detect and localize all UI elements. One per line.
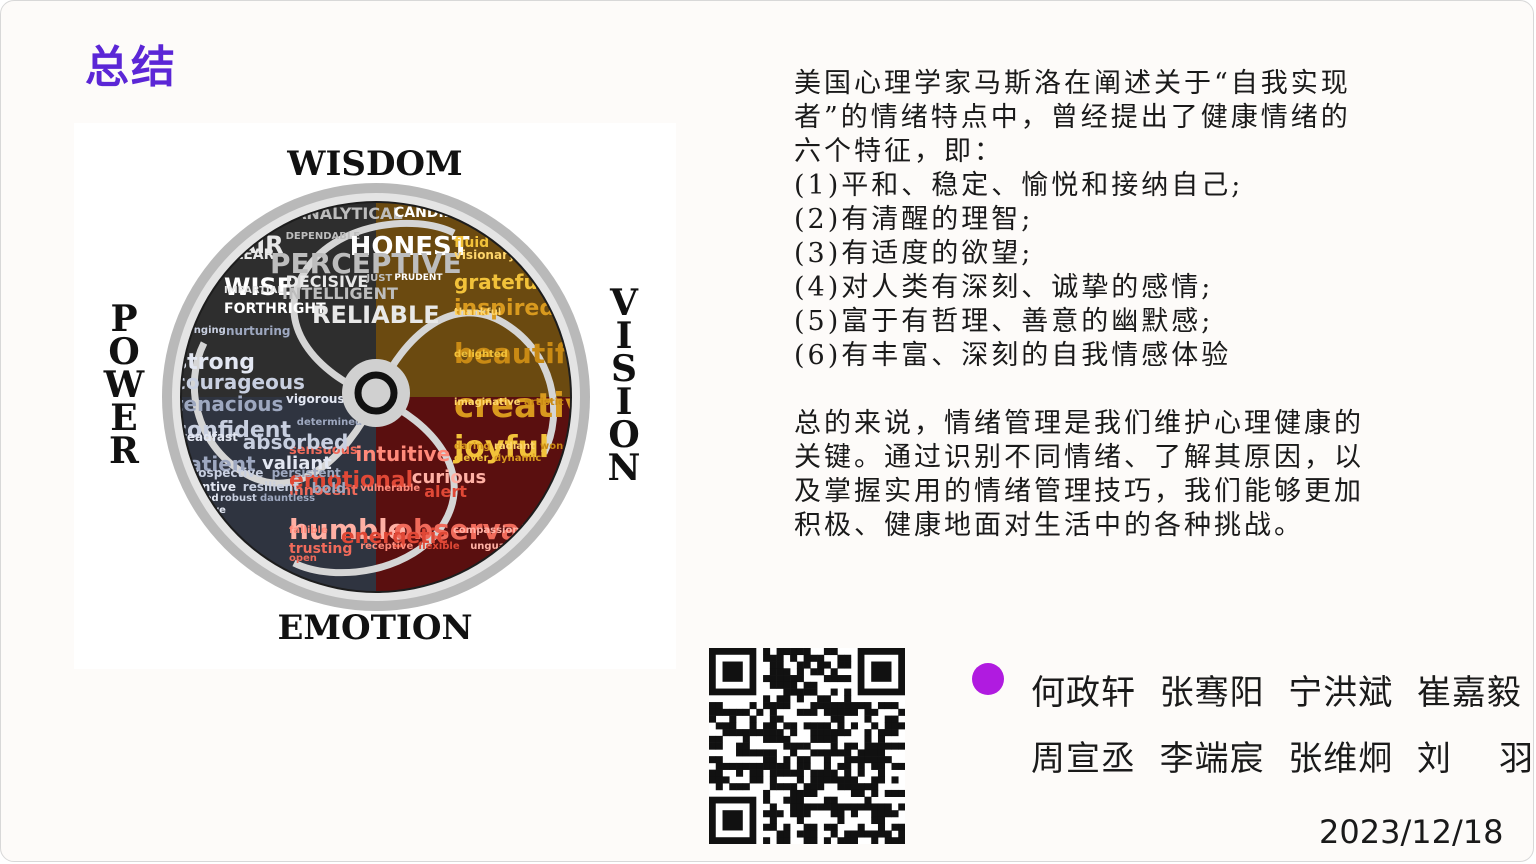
maslow-paragraph-line: (2)有清醒的理智; [794, 204, 1034, 235]
power-word: robust [220, 493, 257, 504]
power-word: bold [312, 481, 346, 497]
wisdom-word: RELIABLE [312, 301, 440, 329]
vision-word: clever [454, 453, 488, 464]
maslow-paragraph-line: (6)有丰富、深刻的自我情感体验 [794, 340, 1232, 371]
power-word: tenacious [174, 392, 283, 416]
emotion-wheel-image: WISDOM EMOTION POWER VISION DISCIPLINED … [74, 123, 676, 669]
summary-text: 美国心理学家马斯洛在阐述关于“自我实现 者”的情绪特点中，曾经提出了健康情绪的 六个… [794, 67, 1414, 543]
vision-word: radiant [494, 441, 535, 452]
vision-word: artistic [524, 397, 564, 408]
emotion-word: flexible [418, 541, 460, 552]
conclusion-paragraph-line: 关键。通过识别不同情绪、了解其原因，以 [794, 442, 1364, 473]
maslow-paragraph-line: 者”的情绪特点中，曾经提出了健康情绪的 [794, 102, 1351, 133]
vision-word: imaginative [454, 397, 521, 408]
vision-word: dynamic [494, 453, 541, 464]
date: 2023/12/18 [1319, 813, 1504, 851]
emotion-word: open [289, 553, 317, 564]
conclusion-paragraph-line: 总的来说，情绪管理是我们维护心理健康的 [794, 408, 1364, 439]
power-word: resilient [243, 480, 299, 494]
slide: 总结 WISDOM EMOTION POWER VISION DISCIPLIN… [0, 0, 1534, 862]
conclusion-paragraph-line: 积极、健康地面对生活中的各种挑战。 [794, 510, 1304, 541]
vision-label-letter: N [608, 447, 641, 489]
authors-row-2: 周宣丞 李端宸 张维炯 刘 羽 [1031, 739, 1534, 779]
emotion-word: alert [424, 482, 467, 501]
wisdom-word: PRUDENT [394, 273, 443, 283]
vision-word: daring [454, 441, 491, 452]
maslow-paragraph-line: (3)有适度的欲望; [794, 238, 1034, 269]
qr-code [709, 648, 905, 844]
power-word: determined [297, 417, 362, 428]
vision-word: thankful [454, 307, 501, 318]
power-label-letter: R [109, 430, 140, 472]
label-emotion: EMOTION [277, 608, 472, 648]
slide-title: 总结 [85, 42, 177, 93]
maslow-paragraph-line: 美国心理学家马斯洛在阐述关于“自我实现 [794, 68, 1351, 99]
vision-word: delighted [454, 349, 508, 360]
emotion-word: fallible [289, 525, 328, 536]
maslow-paragraph-line: (4)对人类有深刻、诚挚的感情; [794, 272, 1214, 303]
wisdom-word: IMPARTIAL [224, 285, 284, 296]
conclusion-paragraph-line: 及掌握实用的情绪管理技巧，我们能够更加 [794, 476, 1364, 507]
power-word: persistent [272, 466, 341, 480]
power-word: nurturing [226, 324, 290, 338]
bullet-dot [972, 663, 1004, 695]
power-word: courageous [174, 370, 305, 394]
authors-row-1: 何政轩 张骞阳 宁洪斌 崔嘉毅 [1031, 673, 1522, 713]
label-vision: VISION [608, 282, 641, 489]
maslow-paragraph: 美国心理学家马斯洛在阐述关于“自我实现 者”的情绪特点中，曾经提出了健康情绪的 六个… [794, 67, 1414, 373]
maslow-paragraph-line: 六个特征，即： [794, 136, 1004, 167]
emotion-word: vulnerable [360, 483, 420, 494]
label-power: POWER [103, 298, 145, 472]
power-word: absorbed [243, 430, 349, 454]
conclusion-paragraph: 总的来说，情绪管理是我们维护心理健康的 关键。通过识别不同情绪、了解其原因，以 及掌… [794, 407, 1414, 543]
label-wisdom: WISDOM [286, 144, 462, 184]
maslow-paragraph-line: (5)富于有哲理、善意的幽默感; [794, 306, 1214, 337]
emotion-word: receptive [360, 541, 413, 552]
maslow-paragraph-line: (1)平和、稳定、愉悦和接纳自己; [794, 170, 1244, 201]
wisdom-word: FORTHRIGHT [224, 301, 326, 317]
emotion-word: intuitive [355, 442, 450, 466]
power-word: dauntless [260, 493, 315, 504]
wisdom-word: JUST [365, 273, 392, 284]
power-word: vigorous [286, 392, 345, 406]
